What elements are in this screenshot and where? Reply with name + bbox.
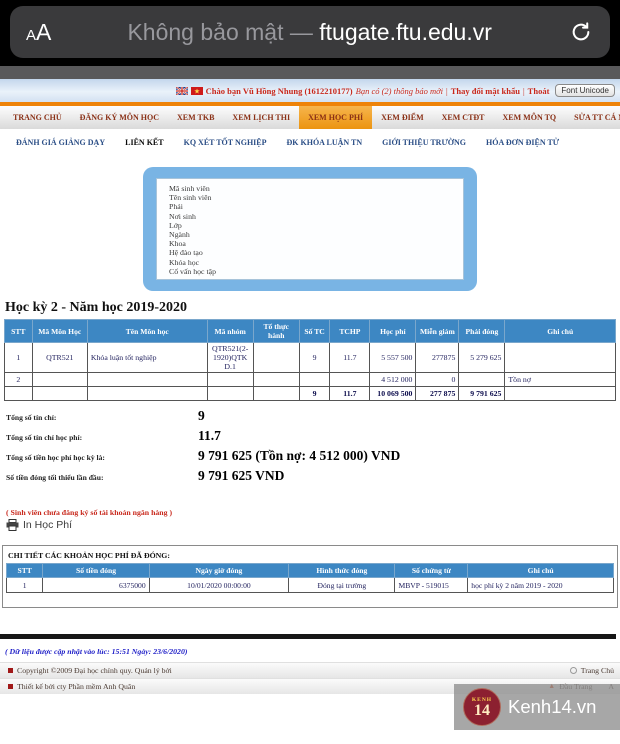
fee-total-row: 9 11.7 10 069 500 277 875 9 791 625 [5, 387, 616, 401]
nav-dk-khoa-luan-tn[interactable]: ĐK KHÓA LUẬN TN [277, 138, 373, 147]
col-ma-mon-hoc: Mã Môn Học [32, 320, 87, 343]
label-nganh: Ngành [169, 230, 463, 239]
col-ngay-gio-dong: Ngày giờ đóng [149, 564, 289, 578]
summary-row: Số tiền đóng tối thiểu lần đầu: 9 791 62… [6, 468, 620, 484]
col-ghi-chu: Ghi chú [468, 564, 614, 578]
col-so-tien-dong: Số tiền đóng [43, 564, 149, 578]
home-link[interactable]: Trang Chủ [581, 666, 614, 675]
nav-trang-chu[interactable]: TRANG CHỦ [4, 106, 71, 129]
print-tuition-link[interactable]: In Học Phí [6, 519, 620, 531]
bank-account-warning: ( Sinh viên chưa đăng ký số tài khoản ng… [6, 508, 620, 517]
label-co-van-hoc-tap: Cố vấn học tập [169, 267, 463, 276]
fee-table-header-row: STT Mã Môn Học Tên Môn học Mã nhóm Tổ th… [5, 320, 616, 343]
browser-chrome: AA Không bảo mật — ftugate.ftu.edu.vr [0, 0, 620, 66]
col-stt: STT [7, 564, 43, 578]
print-label: In Học Phí [23, 519, 72, 531]
summary-row: Tổng số tiền học phí học kỳ là: 9 791 62… [6, 448, 620, 464]
label-ma-sinh-vien: Mã sinh viên [169, 184, 463, 193]
col-tchp: TCHP [330, 320, 370, 343]
fee-summary: Tổng số tín chỉ: 9 Tổng số tín chỉ học p… [6, 408, 620, 484]
summary-row: Tổng số tín chỉ học phí: 11.7 [6, 428, 620, 444]
nav-xem-mon-tq[interactable]: XEM MÔN TQ [494, 106, 566, 129]
logout-link[interactable]: Thoát [528, 86, 550, 96]
uk-flag-icon[interactable] [176, 87, 188, 95]
paid-fees-table: STT Số tiền đóng Ngày giờ đóng Hình thức… [6, 563, 614, 593]
col-hinh-thuc-dong: Hình thức đóng [289, 564, 395, 578]
col-mien-giam: Miễn giảm [416, 320, 459, 343]
nav-gioi-thieu-truong[interactable]: GIỚI THIỆU TRƯỜNG [372, 138, 476, 147]
nav-hoa-don-dien-tu[interactable]: HÓA ĐƠN ĐIỆN TỬ [476, 138, 569, 147]
portal-header: ★ Chào bạn Vũ Hồng Nhung (1612210177) Bạ… [0, 79, 620, 102]
col-so-chung-tu: Số chứng từ [395, 564, 468, 578]
label-phai: Phái [169, 202, 463, 211]
nav-danh-gia-giang-day[interactable]: ĐÁNH GIÁ GIẢNG DẠY [6, 138, 115, 147]
col-ma-nhom: Mã nhóm [207, 320, 253, 343]
refresh-icon[interactable] [568, 19, 594, 45]
label-ten-sinh-vien: Tên sinh viên [169, 193, 463, 202]
col-stt: STT [5, 320, 33, 343]
kenh14-logo-icon: KENH 14 [463, 688, 501, 726]
svg-text:★: ★ [194, 87, 200, 95]
col-so-tc: Số TC [299, 320, 330, 343]
nav-xem-hoc-phi[interactable]: XEM HỌC PHÍ [299, 106, 372, 129]
bullet-icon [8, 684, 13, 689]
nav-xem-diem[interactable]: XEM ĐIỂM [372, 106, 432, 129]
col-ghi-chu: Ghi chú [505, 320, 616, 343]
label-khoa: Khoa [169, 239, 463, 248]
nav-xem-ctdt[interactable]: XEM CTĐT [433, 106, 494, 129]
label-khoa-hoc: Khóa học [169, 258, 463, 267]
url-bar[interactable]: AA Không bảo mật — ftugate.ftu.edu.vr [10, 6, 610, 58]
text-size-button[interactable]: AA [26, 19, 51, 46]
paid-header-row: STT Số tiền đóng Ngày giờ đóng Hình thức… [7, 564, 614, 578]
copyright-text: Copyright ©2009 Đại học chính quy. Quản … [17, 666, 172, 675]
summary-row: Tổng số tín chỉ: 9 [6, 408, 620, 424]
col-phai-dong: Phải đóng [459, 320, 505, 343]
paid-row: 1 6375000 10/01/2020 00:00:00 Đóng tại t… [7, 578, 614, 593]
nav-sua-tt-ca-nhan[interactable]: SỬA TT CÁ NHÂN [565, 106, 620, 129]
footer-divider [0, 634, 616, 639]
student-info-panel: Mã sinh viên Tên sinh viên Phái Nơi sinh… [156, 178, 464, 280]
primary-nav: TRANG CHỦ ĐĂNG KÝ MÔN HỌC XEM TKB XEM LỊ… [0, 106, 620, 129]
vn-flag-icon[interactable]: ★ [191, 87, 203, 95]
browser-toolbar-strip [0, 66, 620, 79]
paid-fees-title: CHI TIẾT CÁC KHOẢN HỌC PHÍ ĐÃ ĐÓNG: [8, 551, 614, 560]
address-text: Không bảo mật — ftugate.ftu.edu.vr [51, 19, 568, 46]
fee-table: STT Mã Môn Học Tên Môn học Mã nhóm Tổ th… [4, 319, 616, 401]
notification-link[interactable]: Bạn có (2) thông báo mới [356, 86, 443, 96]
screenshot-root: AA Không bảo mật — ftugate.ftu.edu.vr [0, 0, 620, 744]
kenh14-site-name: Kenh14.vn [508, 696, 596, 718]
student-info-card: Mã sinh viên Tên sinh viên Phái Nơi sinh… [143, 167, 477, 291]
nav-kq-xet-tot-nghiep[interactable]: KQ XÉT TỐT NGHIỆP [174, 138, 277, 147]
change-password-link[interactable]: Thay đổi mật khẩu [451, 86, 520, 96]
fee-row: 2 4 512 000 0 Tồn nợ [5, 373, 616, 387]
designed-by-text: Thiết kế bởi cty Phần mềm Anh Quân [17, 682, 135, 691]
home-icon [570, 667, 577, 674]
label-he-dao-tao: Hệ đào tạo [169, 248, 463, 257]
footer-bar-copyright: Copyright ©2009 Đại học chính quy. Quản … [0, 662, 620, 678]
bullet-icon [8, 668, 13, 673]
printer-icon [6, 519, 19, 531]
nav-xem-tkb[interactable]: XEM TKB [168, 106, 223, 129]
col-hoc-phi: Học phí [370, 320, 416, 343]
secondary-nav: ĐÁNH GIÁ GIẢNG DẠY LIÊN KẾT KQ XÉT TỐT N… [0, 129, 620, 155]
greeting-text: Chào bạn Vũ Hồng Nhung (1612210177) [206, 86, 353, 96]
data-updated-note: ( Dữ liệu được cập nhật vào lúc: 15:51 N… [5, 647, 620, 656]
font-unicode-button[interactable]: Font Unicode [555, 84, 615, 97]
paid-fees-section: CHI TIẾT CÁC KHOẢN HỌC PHÍ ĐÃ ĐÓNG: STT … [2, 545, 618, 608]
label-noi-sinh: Nơi sinh [169, 212, 463, 221]
label-lop: Lớp [169, 221, 463, 230]
semester-title: Học kỳ 2 - Năm học 2019-2020 [5, 300, 620, 316]
nav-dang-ky-mon-hoc[interactable]: ĐĂNG KÝ MÔN HỌC [71, 106, 168, 129]
nav-lien-ket[interactable]: LIÊN KẾT [115, 138, 173, 147]
col-ten-mon-hoc: Tên Môn học [87, 320, 207, 343]
nav-xem-lich-thi[interactable]: XEM LỊCH THI [223, 106, 299, 129]
fee-row: 1 QTR521 Khóa luận tốt nghiệp QTR521(2-1… [5, 343, 616, 373]
col-to-thuc-hanh: Tổ thực hành [253, 320, 299, 343]
kenh14-watermark: KENH 14 Kenh14.vn [454, 684, 620, 730]
